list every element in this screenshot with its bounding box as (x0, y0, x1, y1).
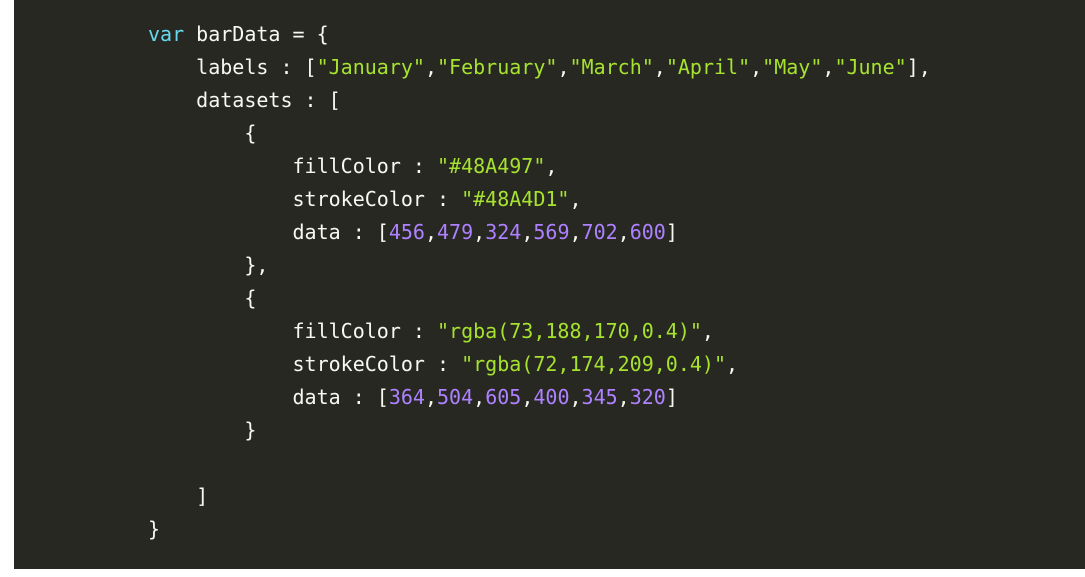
data-number: 345 (581, 385, 618, 409)
data-number: 605 (485, 385, 522, 409)
data-number: 364 (388, 385, 425, 409)
code-line-12: data : [364,504,605,400,345,320] (292, 385, 678, 409)
label-string: "May" (762, 55, 823, 79)
code-text: var barData = { labels : ["January","Feb… (148, 18, 931, 546)
fillcolor-key: fillColor (292, 154, 401, 178)
code-line-6: strokeColor : "#48A4D1", (292, 187, 582, 211)
data-number: 456 (388, 220, 425, 244)
code-line-16: } (148, 517, 161, 541)
datasets-key: datasets (196, 88, 293, 112)
code-line-10: fillColor : "rgba(73,188,170,0.4)", (292, 319, 714, 343)
code-line-7: data : [456,479,324,569,702,600] (292, 220, 678, 244)
strokecolor-key: strokeColor (292, 352, 425, 376)
code-line-4: { (148, 121, 257, 145)
code-line-1: var barData = { (148, 18, 931, 51)
code-line-2: labels : ["January","February","March","… (196, 55, 931, 79)
data-number: 504 (437, 385, 474, 409)
data-key: data (292, 385, 341, 409)
code-line-15: ] (148, 484, 209, 508)
code-line-9: { (148, 286, 257, 310)
data-number: 569 (533, 220, 570, 244)
fillcolor-value: "rgba(73,188,170,0.4)" (437, 319, 702, 343)
code-line-13: } (148, 418, 257, 442)
strokecolor-value: "rgba(72,174,209,0.4)" (461, 352, 726, 376)
variable-name: barData (196, 22, 281, 46)
data-number: 324 (485, 220, 522, 244)
code-block: var barData = { labels : ["January","Feb… (14, 0, 1085, 569)
data-key: data (292, 220, 341, 244)
data-number: 479 (437, 220, 474, 244)
fillcolor-value: "#48A497" (437, 154, 546, 178)
label-string: "January" (316, 55, 425, 79)
strokecolor-key: strokeColor (292, 187, 425, 211)
code-line-11: strokeColor : "rgba(72,174,209,0.4)", (292, 352, 739, 376)
label-string: "February" (437, 55, 558, 79)
strokecolor-value: "#48A4D1" (461, 187, 570, 211)
label-string: "March" (569, 55, 654, 79)
object-open: = { (292, 22, 329, 46)
code-line-5: fillColor : "#48A497", (292, 154, 558, 178)
label-string: "April" (665, 55, 751, 79)
data-number: 702 (581, 220, 618, 244)
fillcolor-key: fillColor (292, 319, 401, 343)
data-number: 320 (629, 385, 666, 409)
keyword-var: var (148, 22, 185, 46)
data-number: 400 (533, 385, 570, 409)
label-string: "June" (834, 55, 907, 79)
code-line-8: }, (148, 253, 269, 277)
labels-key: labels (196, 55, 269, 79)
data-number: 600 (629, 220, 666, 244)
code-line-3: datasets : [ (196, 88, 341, 112)
